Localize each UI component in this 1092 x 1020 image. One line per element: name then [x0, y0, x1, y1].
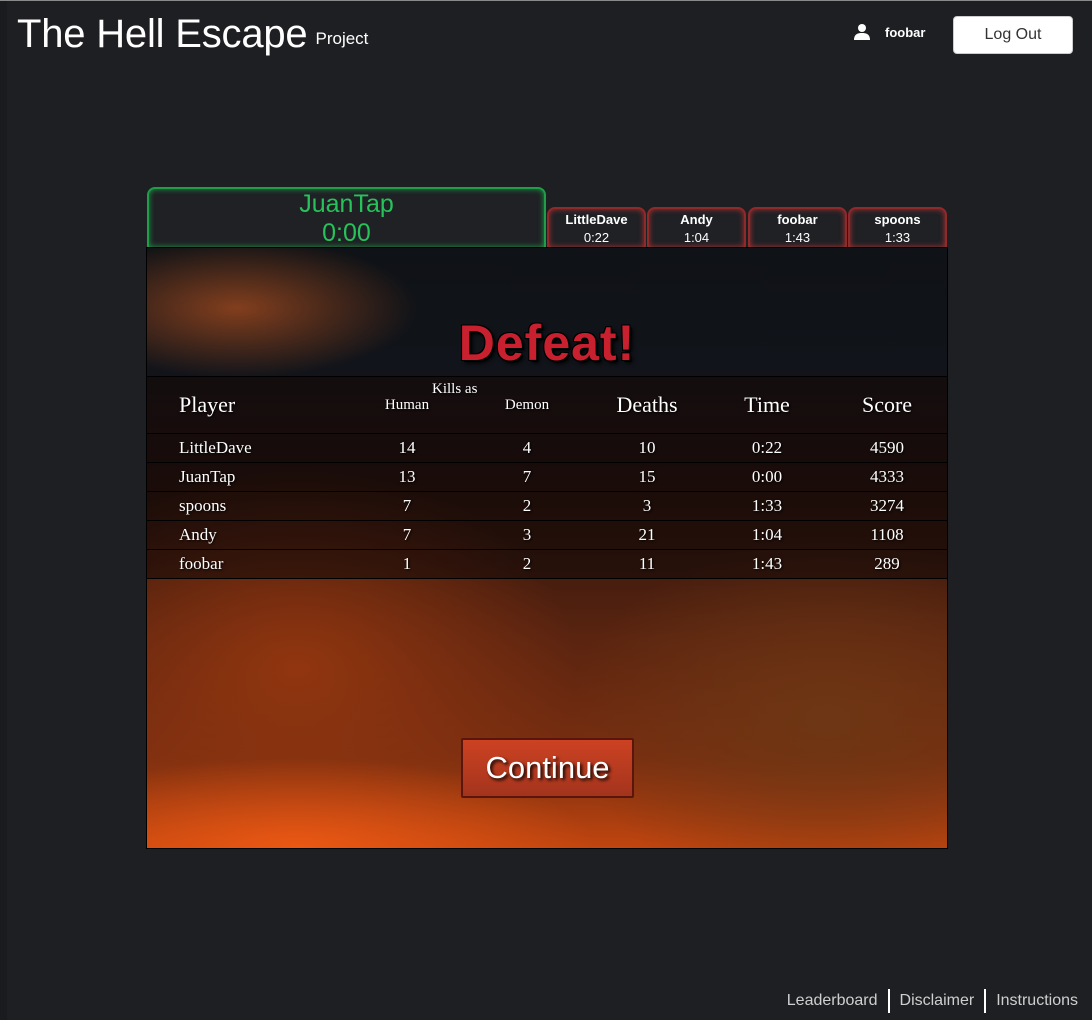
cell-score: 289 — [874, 554, 900, 573]
cell-deaths: 10 — [638, 438, 656, 457]
player-tab: foobar 1:43 — [748, 207, 847, 247]
player-tab: spoons 1:33 — [848, 207, 947, 247]
player-tab-time: 1:04 — [683, 230, 710, 245]
username: foobar — [885, 24, 926, 40]
header-kills-as: Kills as — [432, 381, 478, 397]
scoreboard-table: Player Kills as Human Demon Deaths Time … — [147, 376, 947, 579]
cell-time: 1:04 — [751, 525, 783, 544]
player-tab-name: Andy — [680, 212, 713, 227]
footer-link-instructions[interactable]: Instructions — [986, 992, 1078, 1010]
cell-player: foobar — [179, 554, 224, 573]
player-tab-name: LittleDave — [565, 212, 628, 227]
cell-kills-human: 7 — [402, 496, 412, 515]
table-row: foobar 1 2 11 1:43 289 — [147, 549, 947, 579]
cell-score: 3274 — [870, 496, 904, 515]
table-row: Andy 7 3 21 1:04 1108 — [147, 520, 947, 550]
header-kills-demon: Demon — [504, 397, 550, 413]
header-kills-human: Human — [384, 397, 430, 413]
cell-player: Andy — [179, 525, 217, 544]
header-time: Time — [744, 392, 790, 417]
current-player-name: JuanTap — [299, 190, 394, 218]
table-row: LittleDave 14 4 10 0:22 4590 — [147, 433, 947, 463]
cell-player: LittleDave — [179, 438, 252, 457]
cell-score: 1108 — [870, 525, 904, 544]
header-player: Player — [179, 392, 236, 417]
header-deaths: Deaths — [616, 392, 678, 417]
cell-time: 0:22 — [751, 438, 783, 457]
logout-button[interactable]: Log Out — [953, 16, 1073, 54]
cell-kills-human: 7 — [402, 525, 412, 544]
player-tab-name: foobar — [777, 212, 818, 227]
cell-deaths: 15 — [638, 467, 656, 486]
cell-score: 4333 — [870, 467, 904, 486]
continue-button[interactable]: Continue — [461, 738, 634, 798]
footer-nav: Leaderboard Disclaimer Instructions — [777, 989, 1078, 1013]
cell-player: spoons — [179, 496, 227, 515]
game-scene: Defeat! Player Kills as Human Demon Deat… — [146, 247, 948, 849]
cell-score: 4590 — [870, 438, 904, 457]
cell-kills-demon: 4 — [522, 438, 532, 457]
app-title: The Hell Escape — [17, 12, 308, 56]
current-player-tab: JuanTap 0:00 — [147, 187, 546, 247]
player-tab-name: spoons — [874, 212, 921, 227]
user-info: foobar — [853, 23, 925, 41]
header-score: Score — [861, 392, 913, 417]
cell-kills-demon: 2 — [522, 554, 532, 573]
cell-time: 0:00 — [751, 467, 783, 486]
result-title: Defeat! — [458, 315, 636, 371]
footer-link-disclaimer[interactable]: Disclaimer — [890, 992, 985, 1010]
header-kills: Kills as Human Demon — [347, 377, 587, 434]
cell-deaths: 3 — [642, 496, 652, 515]
cell-player: JuanTap — [179, 467, 236, 486]
cell-kills-demon: 7 — [522, 467, 532, 486]
brand: The Hell Escape Project — [17, 12, 368, 57]
player-tab-time: 0:22 — [583, 230, 610, 245]
game-panel: JuanTap 0:00 LittleDave 0:22 Andy 1:04 f… — [146, 187, 948, 849]
cell-kills-human: 1 — [402, 554, 412, 573]
user-icon — [854, 24, 870, 40]
cell-kills-human: 14 — [398, 438, 416, 457]
cell-time: 1:43 — [751, 554, 783, 573]
player-tab-time: 1:33 — [884, 230, 911, 245]
table-row: spoons 7 2 3 1:33 3274 — [147, 491, 947, 521]
cell-kills-human: 13 — [398, 467, 416, 486]
cell-deaths: 11 — [638, 554, 656, 573]
player-tab: Andy 1:04 — [647, 207, 746, 247]
cell-time: 1:33 — [751, 496, 783, 515]
footer-link-leaderboard[interactable]: Leaderboard — [777, 992, 888, 1010]
player-tab: LittleDave 0:22 — [547, 207, 646, 247]
player-tab-time: 1:43 — [784, 230, 811, 245]
current-player-time: 0:00 — [322, 219, 371, 247]
table-row: JuanTap 13 7 15 0:00 4333 — [147, 462, 947, 492]
page-edge — [0, 1, 7, 1020]
cell-kills-demon: 3 — [522, 525, 532, 544]
cell-kills-demon: 2 — [522, 496, 532, 515]
cell-deaths: 21 — [638, 525, 656, 544]
scoreboard-header-row: Player Kills as Human Demon Deaths Time … — [147, 376, 947, 434]
app-subtitle: Project — [315, 29, 369, 48]
